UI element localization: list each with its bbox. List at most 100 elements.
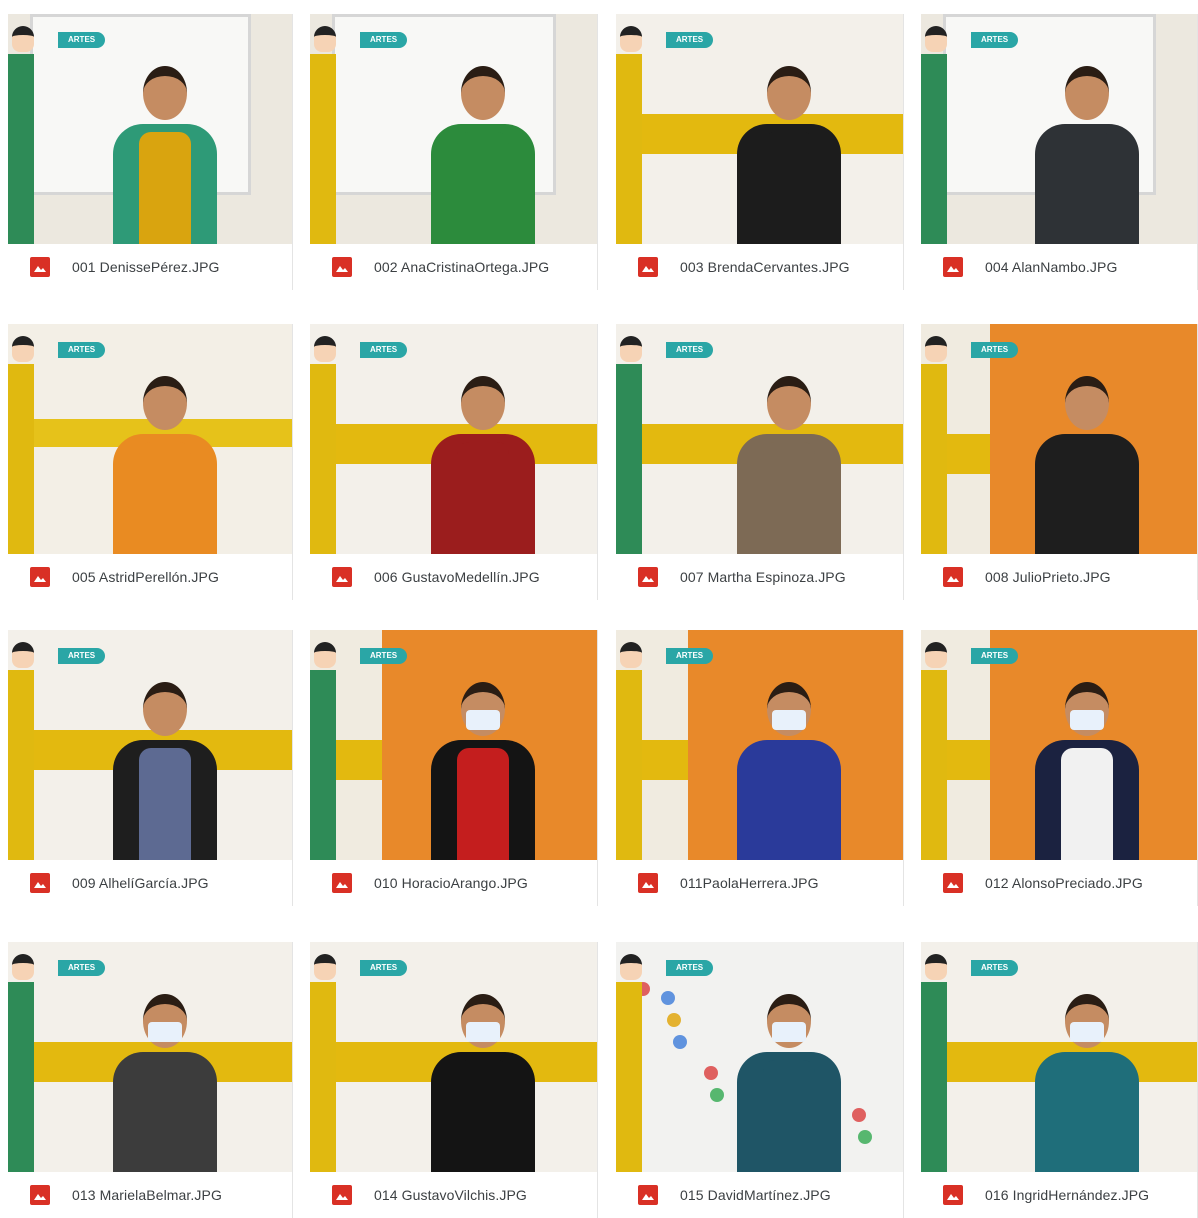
file-card[interactable]: ARTES 003 BrendaCervantes.JPG [616,14,904,290]
person-shirt [762,1060,815,1172]
thumbnail-scene: ARTES [8,942,292,1172]
pencil-decoration [8,54,34,244]
presenter-logo-icon [620,26,642,52]
file-thumbnail[interactable]: ARTES [310,324,597,554]
file-card[interactable]: ARTES 015 DavidMartínez.JPG [616,942,904,1218]
file-card[interactable]: ARTES 013 MarielaBelmar.JPG [8,942,293,1218]
file-card[interactable]: ARTES 001 DenissePérez.JPG [8,14,293,290]
file-label[interactable]: 005 AstridPerellón.JPG [8,554,292,600]
file-label[interactable]: 011PaolaHerrera.JPG [616,860,903,906]
person-head [142,682,187,736]
presenter-logo-icon [12,336,34,362]
presenter-logo-icon [12,642,34,668]
file-card[interactable]: ARTES 006 GustavoMedellín.JPG [310,324,598,600]
pencil-decoration [616,670,642,860]
file-label[interactable]: 002 AnaCristinaOrtega.JPG [310,244,597,290]
file-thumbnail[interactable]: ARTES [8,14,292,244]
file-card[interactable]: ARTES 009 AlhelíGarcía.JPG [8,630,293,906]
file-label[interactable]: 013 MarielaBelmar.JPG [8,1172,292,1218]
artes-badge: ARTES [666,32,714,48]
image-file-icon [943,567,963,587]
image-file-icon [943,873,963,893]
file-card[interactable]: ARTES 010 HoracioArango.JPG [310,630,598,906]
presenter-logo-icon [12,954,34,980]
file-card[interactable]: ARTES 002 AnaCristinaOrtega.JPG [310,14,598,290]
file-name: 013 MarielaBelmar.JPG [72,1187,222,1203]
file-thumbnail[interactable]: ARTES [616,630,903,860]
file-card[interactable]: ARTES 007 Martha Espinoza.JPG [616,324,904,600]
file-name: 004 AlanNambo.JPG [985,259,1118,275]
file-label[interactable]: 014 GustavoVilchis.JPG [310,1172,597,1218]
image-file-icon [638,567,658,587]
file-thumbnail[interactable]: ARTES [616,14,903,244]
image-file-icon [332,1185,352,1205]
pencil-decoration [616,54,642,244]
file-card[interactable]: ARTES 008 JulioPrieto.JPG [921,324,1198,600]
presenter-logo-icon [12,26,34,52]
presenter-logo-icon [314,336,336,362]
file-card[interactable]: ARTES 005 AstridPerellón.JPG [8,324,293,600]
image-file-icon [332,257,352,277]
thumbnail-scene: ARTES [616,630,903,860]
file-label[interactable]: 008 JulioPrieto.JPG [921,554,1197,600]
pencil-decoration [921,982,947,1172]
file-thumbnail[interactable]: ARTES [310,630,597,860]
file-thumbnail[interactable]: ARTES [616,942,903,1172]
file-thumbnail[interactable]: ARTES [921,942,1197,1172]
file-card[interactable]: ARTES 014 GustavoVilchis.JPG [310,942,598,1218]
image-file-icon [30,1185,50,1205]
file-label[interactable]: 009 AlhelíGarcía.JPG [8,860,292,906]
file-name: 015 DavidMartínez.JPG [680,1187,831,1203]
file-card[interactable]: ARTES 012 AlonsoPreciado.JPG [921,630,1198,906]
presenter-logo-icon [314,26,336,52]
file-label[interactable]: 010 HoracioArango.JPG [310,860,597,906]
file-thumbnail[interactable]: ARTES [310,14,597,244]
file-label[interactable]: 007 Martha Espinoza.JPG [616,554,903,600]
handprint [852,1108,866,1122]
person-head [766,66,811,120]
file-label[interactable]: 006 GustavoMedellín.JPG [310,554,597,600]
thumbnail-scene: ARTES [8,630,292,860]
thumbnail-scene: ARTES [310,14,597,244]
file-label[interactable]: 001 DenissePérez.JPG [8,244,292,290]
file-name: 002 AnaCristinaOrtega.JPG [374,259,550,275]
pencil-decoration [616,982,642,1172]
file-thumbnail[interactable]: ARTES [616,324,903,554]
image-file-icon [332,567,352,587]
file-thumbnail[interactable]: ARTES [310,942,597,1172]
file-label[interactable]: 015 DavidMartínez.JPG [616,1172,903,1218]
file-thumbnail[interactable]: ARTES [8,630,292,860]
file-card[interactable]: ARTES 004 AlanNambo.JPG [921,14,1198,290]
file-thumbnail[interactable]: ARTES [8,942,292,1172]
thumbnail-scene: ARTES [921,14,1197,244]
file-thumbnail[interactable]: ARTES [8,324,292,554]
file-card[interactable]: ARTES 011PaolaHerrera.JPG [616,630,904,906]
image-file-icon [638,257,658,277]
file-thumbnail[interactable]: ARTES [921,630,1197,860]
file-name: 006 GustavoMedellín.JPG [374,569,540,585]
file-card[interactable]: ARTES 016 IngridHernández.JPG [921,942,1198,1218]
file-label[interactable]: 003 BrendaCervantes.JPG [616,244,903,290]
person-shirt [1061,132,1114,244]
person-head [142,376,187,430]
image-file-icon [30,567,50,587]
face-mask [465,1022,500,1042]
artes-badge: ARTES [58,32,106,48]
person-shirt [1061,748,1114,860]
file-label[interactable]: 016 IngridHernández.JPG [921,1172,1197,1218]
file-thumbnail[interactable]: ARTES [921,324,1197,554]
thumbnail-scene: ARTES [8,14,292,244]
file-name: 010 HoracioArango.JPG [374,875,528,891]
presenter-logo-icon [314,642,336,668]
thumbnail-scene: ARTES [8,324,292,554]
artes-badge: ARTES [666,960,714,976]
person-shirt [456,442,509,554]
artes-badge: ARTES [971,648,1019,664]
handprint [673,1035,687,1049]
file-label[interactable]: 004 AlanNambo.JPG [921,244,1197,290]
person-shirt [138,748,191,860]
file-name: 007 Martha Espinoza.JPG [680,569,846,585]
file-label[interactable]: 012 AlonsoPreciado.JPG [921,860,1197,906]
file-thumbnail[interactable]: ARTES [921,14,1197,244]
handprint [704,1066,718,1080]
